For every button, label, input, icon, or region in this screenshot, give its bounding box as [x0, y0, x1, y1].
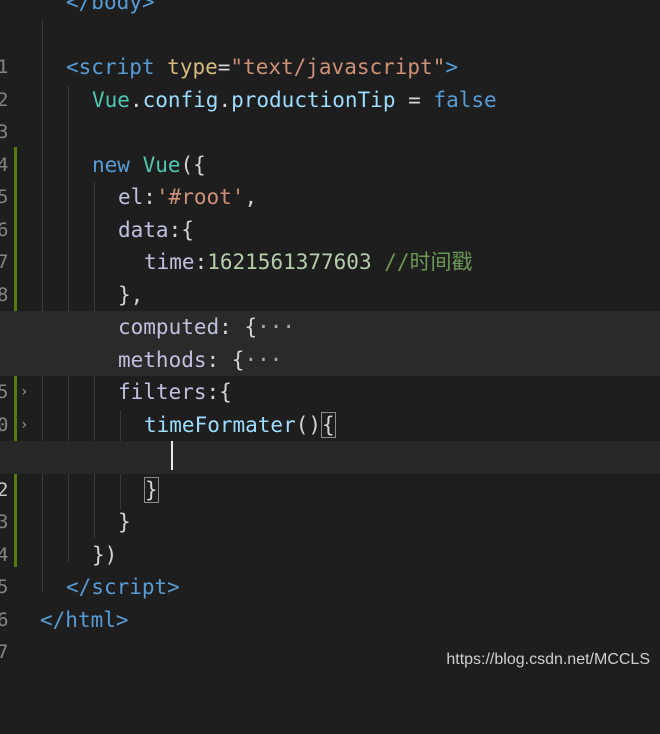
string-literal: '#root': [155, 185, 245, 209]
punctuation: ({: [180, 152, 206, 177]
object-key: data: [118, 217, 169, 242]
class-name: Vue: [142, 152, 181, 177]
punctuation: }): [92, 542, 118, 567]
boolean-literal: false: [433, 87, 497, 112]
attr-name: type: [167, 55, 218, 79]
comment: //时间戳: [371, 250, 473, 274]
text-cursor: [171, 441, 173, 470]
object-name: Vue: [92, 87, 130, 112]
property: config: [142, 87, 219, 112]
code-line: 7 </html>: [0, 604, 660, 664]
colon: :: [194, 250, 208, 274]
tag-open-bracket: </: [66, 0, 92, 14]
code-line: 9 },: [0, 279, 660, 339]
fold-ellipsis[interactable]: ···: [257, 315, 295, 339]
object-key: filters: [118, 380, 207, 404]
method-name: timeFormater: [144, 412, 296, 437]
tag-name: body: [91, 0, 142, 14]
matched-bracket: {: [321, 411, 336, 438]
object-key: el: [118, 185, 144, 209]
number-literal: 1621561377603: [207, 250, 372, 274]
punctuation: :{: [206, 380, 232, 404]
tag-name: script: [91, 575, 168, 599]
code-line: 4: [0, 116, 660, 176]
dot: .: [218, 87, 232, 112]
colon: :: [143, 185, 156, 209]
code-editor[interactable]: </body> 1 2 <script type="text/javascrip…: [0, 0, 660, 679]
tag-close-bracket: >: [141, 0, 155, 14]
object-key: computed: [118, 315, 220, 339]
tag-open-bracket: </: [66, 575, 92, 599]
code-line-folded[interactable]: 5 › methods: {···: [0, 343, 660, 433]
code-line-folded[interactable]: 0 › computed: {···: [0, 311, 660, 400]
punctuation: :{: [168, 217, 194, 242]
code-line-active[interactable]: 2: [0, 441, 660, 501]
code-line: 1: [0, 19, 660, 78]
code-line: 8 time:1621561377603 //时间戳: [0, 246, 660, 306]
code-line: 5 new Vue({: [0, 149, 660, 209]
tag-close-bracket: >: [445, 55, 458, 79]
line-number: 7: [0, 641, 9, 663]
parens: (): [295, 412, 322, 437]
code-line: 4 }: [0, 506, 660, 566]
object-key: time: [144, 250, 195, 274]
punctuation: }: [118, 510, 131, 534]
keyword: new: [92, 152, 130, 177]
tag-name: html: [65, 607, 116, 632]
tag-close-bracket: >: [167, 575, 180, 599]
matched-bracket: }: [144, 476, 159, 503]
code-line: 5 }): [0, 539, 660, 599]
punctuation: : {: [206, 347, 245, 372]
code-line: 6 el:'#root',: [0, 181, 660, 241]
object-key: methods: [118, 347, 207, 372]
code-line: </body>: [0, 0, 660, 19]
code-line: 7 data:{: [0, 214, 660, 274]
code-line: 6 </script>: [0, 571, 660, 631]
attr-value: "text/javascript": [230, 55, 446, 79]
code-line: 3 }: [0, 474, 660, 533]
dot: .: [129, 87, 143, 112]
tag-name: script: [78, 55, 155, 79]
punctuation: : {: [219, 315, 258, 339]
tag-close-bracket: >: [115, 607, 129, 632]
punctuation: },: [118, 282, 144, 307]
code-line: 0 filters:{: [0, 376, 660, 436]
assign-op: =: [395, 87, 434, 112]
code-line: 2 <script type="text/javascript">: [0, 51, 660, 111]
tag-open-bracket: <: [66, 55, 79, 79]
comma: ,: [244, 185, 258, 209]
fold-ellipsis[interactable]: ···: [244, 348, 282, 372]
property: productionTip: [231, 87, 396, 112]
code-line: 1 timeFormater(){: [0, 409, 660, 468]
watermark-text: https://blog.csdn.net/MCCLS: [446, 651, 650, 668]
attr-eq: =: [217, 55, 231, 79]
tag-open-bracket: </: [40, 607, 66, 632]
code-line: 3 Vue.config.productionTip = false: [0, 84, 660, 144]
